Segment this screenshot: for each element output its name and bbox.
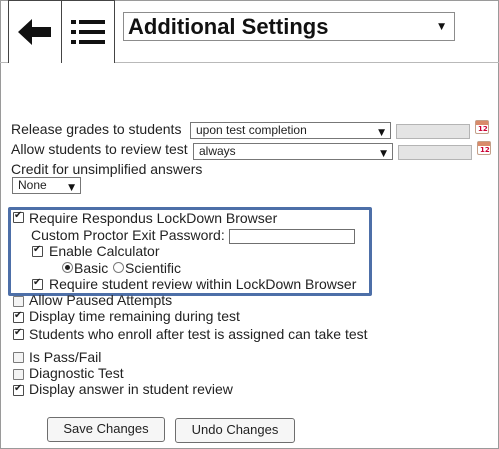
- display-answer-label: Display answer in student review: [29, 381, 233, 397]
- require-lockdown-label: Require Respondus LockDown Browser: [29, 210, 278, 226]
- page-title: Additional Settings: [128, 13, 329, 39]
- save-changes-button[interactable]: Save Changes: [47, 417, 165, 442]
- back-button[interactable]: [8, 0, 62, 63]
- release-grades-value: upon test completion: [196, 123, 307, 137]
- diagnostic-test-checkbox[interactable]: [13, 369, 24, 380]
- is-pass-fail-label: Is Pass/Fail: [29, 349, 102, 365]
- calendar-icon[interactable]: 12: [475, 120, 489, 134]
- release-date-field[interactable]: [396, 124, 470, 139]
- enable-calculator-label: Enable Calculator: [49, 243, 160, 259]
- enable-calculator-checkbox[interactable]: [32, 244, 43, 257]
- allow-paused-attempts-label: Allow Paused Attempts: [29, 292, 173, 308]
- allow-paused-attempts-checkbox[interactable]: [13, 296, 24, 307]
- menu-button[interactable]: [61, 0, 115, 63]
- release-grades-label: Release grades to students: [11, 121, 182, 137]
- diagnostic-test-label: Diagnostic Test: [29, 365, 124, 381]
- back-arrow-icon: [18, 19, 51, 45]
- late-enroll-checkbox[interactable]: [13, 327, 24, 340]
- display-answer-checkbox[interactable]: [13, 383, 24, 396]
- require-review-lockdown-checkbox[interactable]: [32, 277, 43, 290]
- is-pass-fail-checkbox[interactable]: [13, 352, 24, 363]
- chevron-down-icon: ▼: [68, 183, 75, 193]
- list-menu-icon: [71, 20, 105, 44]
- proctor-password-label: Custom Proctor Exit Password:: [31, 227, 225, 243]
- review-test-value: always: [199, 144, 236, 158]
- require-review-lockdown-label: Require student review within LockDown B…: [49, 276, 357, 292]
- credit-select[interactable]: None ▼: [12, 177, 81, 194]
- display-time-remaining-label: Display time remaining during test: [29, 308, 240, 324]
- display-time-remaining-checkbox[interactable]: [13, 310, 24, 323]
- review-date-field[interactable]: [398, 145, 472, 160]
- chevron-down-icon: ▼: [378, 128, 385, 138]
- calculator-basic-radio[interactable]: [62, 262, 73, 273]
- settings-section-select[interactable]: Additional Settings ▼: [123, 12, 455, 41]
- review-test-label: Allow students to review test: [11, 141, 188, 157]
- release-grades-select[interactable]: upon test completion ▼: [190, 122, 391, 139]
- calculator-scientific-label: Scientific: [125, 260, 182, 276]
- review-test-select[interactable]: always ▼: [193, 143, 393, 160]
- proctor-password-input[interactable]: [229, 229, 355, 244]
- credit-label: Credit for unsimplified answers: [11, 161, 203, 177]
- calculator-basic-label: Basic: [74, 260, 109, 276]
- credit-value: None: [18, 178, 47, 192]
- require-lockdown-checkbox[interactable]: [13, 210, 24, 223]
- chevron-down-icon: ▼: [380, 149, 387, 159]
- calendar-icon[interactable]: 12: [477, 141, 491, 155]
- late-enroll-label: Students who enroll after test is assign…: [29, 326, 368, 342]
- chevron-down-icon: ▼: [438, 22, 445, 32]
- undo-changes-button[interactable]: Undo Changes: [175, 418, 295, 443]
- calculator-scientific-radio[interactable]: [113, 262, 124, 273]
